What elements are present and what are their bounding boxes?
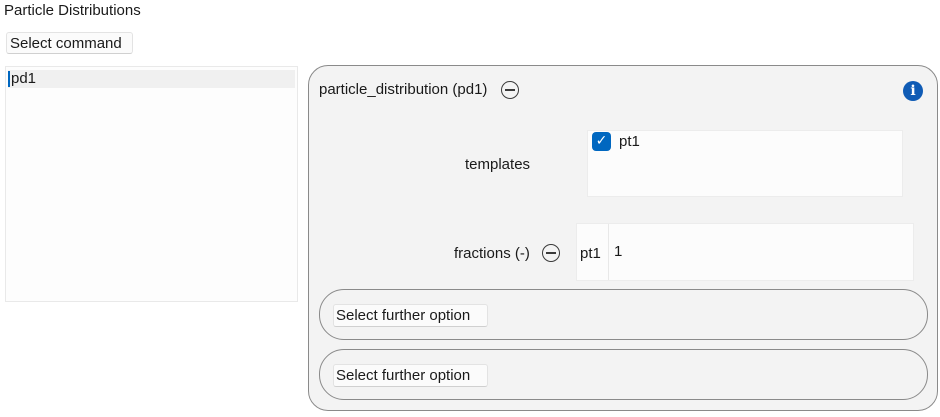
remove-fractions-icon[interactable] (542, 244, 560, 262)
templates-label: templates (465, 156, 531, 173)
checkmark-icon[interactable]: ✓ (592, 132, 611, 151)
info-icon[interactable]: i (903, 81, 923, 101)
fractions-label: fractions (-) (454, 245, 530, 262)
list-item[interactable]: pd1 (8, 70, 295, 88)
minus-circle-icon[interactable] (501, 81, 519, 99)
fractions-table (576, 223, 914, 281)
fraction-name: pt1 (580, 245, 601, 262)
distribution-list[interactable]: pd1 (5, 66, 298, 302)
panel-title: particle_distribution (pd1) (319, 81, 488, 98)
select-further-option-dropdown[interactable]: Select further option (333, 364, 488, 387)
fraction-divider (608, 224, 609, 280)
select-further-option-dropdown[interactable]: Select further option (333, 304, 488, 327)
template-item-label: pt1 (619, 133, 640, 150)
page-title: Particle Distributions (4, 2, 141, 19)
select-command-dropdown[interactable]: Select command (6, 32, 133, 54)
fraction-value-input[interactable]: 1 (614, 243, 622, 260)
